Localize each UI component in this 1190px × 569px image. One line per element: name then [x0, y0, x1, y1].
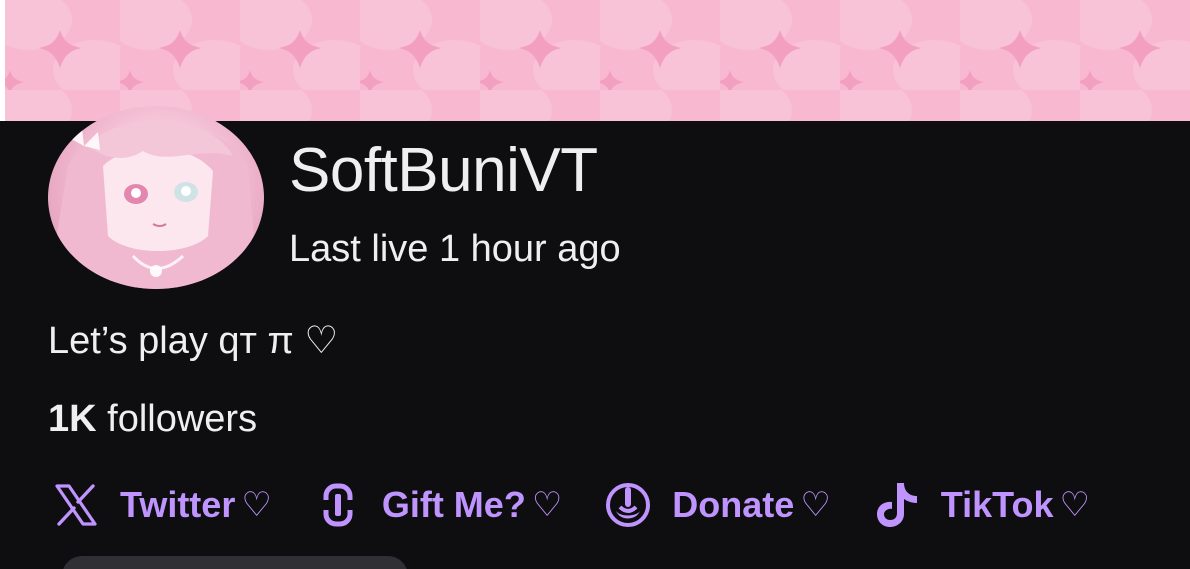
avatar-illustration [48, 120, 258, 289]
last-live-status: Last live 1 hour ago [289, 228, 621, 270]
social-links: Twitter ♡ Gift Me? ♡ Donate ♡ TikTok ♡ [52, 478, 1090, 532]
gift-link-icon [314, 480, 362, 530]
follower-count-value: 1K [48, 398, 97, 440]
channel-banner [0, 0, 1190, 121]
tiktok-link-label: TikTok [940, 484, 1054, 525]
partial-button[interactable] [62, 556, 408, 569]
gift-me-link[interactable]: Gift Me? ♡ [314, 480, 562, 530]
donate-link[interactable]: Donate ♡ [604, 480, 831, 530]
x-logo-icon [52, 480, 100, 530]
gift-me-link-label: Gift Me? [381, 484, 526, 525]
donate-link-heart: ♡ [800, 486, 831, 524]
twitter-link[interactable]: Twitter ♡ [52, 480, 272, 530]
tiktok-icon [873, 480, 921, 530]
gift-me-link-heart: ♡ [531, 486, 563, 524]
twitter-link-heart: ♡ [241, 486, 272, 524]
follower-count-label: followers [96, 398, 258, 440]
donate-link-label: Donate [672, 484, 795, 525]
tiktok-link[interactable]: TikTok ♡ [873, 480, 1090, 530]
donate-icon [604, 480, 652, 530]
tiktok-link-heart: ♡ [1059, 486, 1090, 524]
banner-sparkle-pattern [0, 0, 1190, 121]
channel-avatar[interactable] [48, 106, 264, 289]
channel-name[interactable]: SoftBuniVT [289, 135, 598, 206]
banner-edge [0, 0, 5, 121]
channel-bio: Let’s play qт π ♡ [48, 320, 339, 362]
twitter-link-label: Twitter [120, 484, 236, 525]
follower-count: 1K followers [48, 398, 257, 441]
